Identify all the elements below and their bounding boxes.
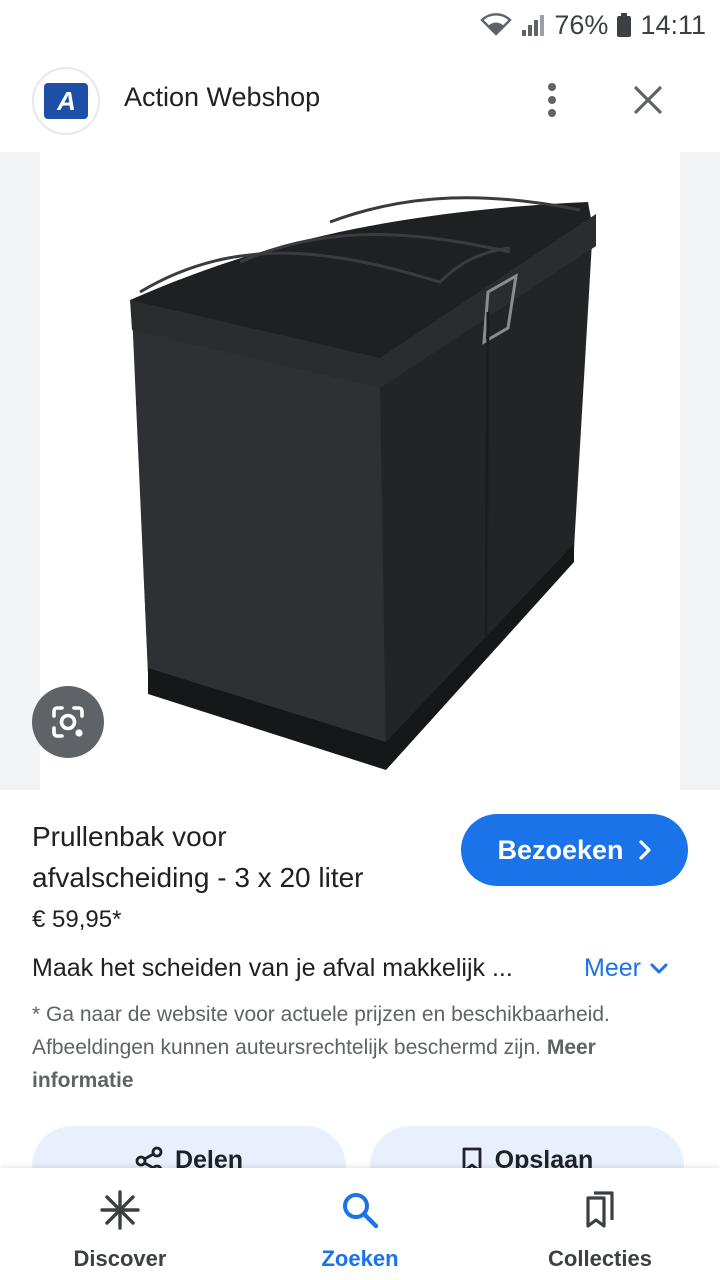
close-icon — [634, 86, 662, 114]
nav-discover-label: Discover — [73, 1246, 167, 1271]
more-vert-icon — [548, 83, 556, 117]
close-button[interactable] — [626, 78, 670, 122]
signal-icon — [520, 12, 546, 38]
visit-button[interactable]: Bezoeken — [461, 814, 688, 886]
nav-search[interactable]: Zoeken — [240, 1168, 480, 1280]
product-title: Prullenbak voor afvalscheiding - 3 x 20 … — [32, 816, 452, 898]
google-lens-icon — [52, 706, 84, 738]
product-image[interactable] — [40, 152, 680, 790]
wifi-icon — [480, 12, 513, 38]
clock: 14:11 — [640, 9, 706, 40]
battery-percent: 76% — [554, 9, 609, 40]
product-title-line-2: afvalscheiding - 3 x 20 liter — [32, 862, 364, 893]
source-header: A Action Webshop — [0, 50, 720, 150]
chevron-down-icon — [650, 963, 668, 973]
lens-search-button[interactable] — [32, 686, 104, 758]
nav-collections[interactable]: Collecties — [480, 1168, 720, 1280]
product-price: € 59,95* — [32, 906, 122, 933]
more-options-button[interactable] — [532, 78, 572, 122]
waste-bin-illustration — [130, 196, 596, 770]
site-title[interactable]: Action Webshop — [124, 82, 320, 113]
logo-letter: A — [57, 85, 76, 116]
asterisk-icon — [100, 1190, 140, 1230]
product-image-area — [0, 152, 720, 790]
nav-search-label: Zoeken — [321, 1246, 399, 1271]
more-description-button[interactable]: Meer — [584, 954, 669, 983]
collections-icon — [586, 1191, 614, 1228]
product-description: Maak het scheiden van je afval makkelijk… — [32, 954, 513, 982]
nav-discover[interactable]: Discover — [0, 1168, 240, 1280]
search-icon — [343, 1193, 379, 1229]
action-logo-icon: A — [44, 83, 88, 119]
more-label: Meer — [584, 954, 641, 982]
site-logo[interactable]: A — [32, 67, 100, 135]
disclaimer: * Ga naar de website voor actuele prijze… — [32, 998, 672, 1097]
chevron-right-icon — [638, 840, 651, 860]
status-bar: 76% 14:11 — [0, 0, 720, 50]
nav-collections-label: Collecties — [548, 1246, 652, 1271]
visit-button-label: Bezoeken — [497, 834, 624, 865]
battery-icon — [616, 12, 632, 38]
disclaimer-text: * Ga naar de website voor actuele prijze… — [32, 1003, 610, 1059]
bottom-navigation: Discover Zoeken Collecties — [0, 1168, 720, 1280]
product-title-line-1: Prullenbak voor — [32, 821, 227, 852]
